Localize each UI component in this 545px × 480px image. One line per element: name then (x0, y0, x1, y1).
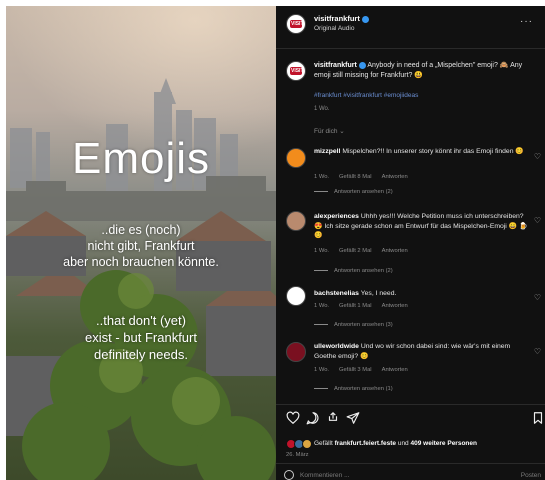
video-text-en-3: definitely needs. (94, 347, 188, 362)
actions-divider (276, 404, 545, 405)
comment-meta: 1 Wo. Gefällt 8 Mal Antworten (314, 174, 418, 180)
comment-like-icon[interactable]: ♡ (534, 293, 541, 302)
comment-avatar[interactable] (286, 342, 306, 362)
bookmark-icon[interactable] (531, 411, 545, 425)
comment-username[interactable]: ulleworldwide (314, 343, 359, 350)
comment-age: 1 Wo. (314, 174, 330, 180)
reply-button[interactable]: Antworten (382, 248, 408, 254)
comment-likes[interactable]: Gefällt 1 Mal (339, 303, 372, 309)
video-text-en-1: ..that don't (yet) (96, 313, 186, 328)
comment-likes[interactable]: Gefällt 8 Mal (339, 174, 372, 180)
audio-label[interactable]: Original Audio (314, 25, 354, 32)
view-replies-button[interactable]: Antworten ansehen (1) (314, 386, 393, 392)
verified-icon (361, 15, 369, 23)
caption-text: visitfrankfurt Anybody in need of a „Mis… (314, 61, 536, 81)
liked-by-avatars[interactable] (286, 439, 312, 449)
comment-age: 1 Wo. (314, 303, 330, 309)
send-icon[interactable] (346, 411, 360, 425)
verified-icon (358, 61, 366, 69)
comment-body: Mispelchen?!! In unserer story könnt ihr… (342, 148, 524, 155)
comment-avatar[interactable] (286, 286, 306, 306)
reply-button[interactable]: Antworten (382, 367, 408, 373)
comment-username[interactable]: mizzpell (314, 148, 340, 155)
comment-likes[interactable]: Gefällt 2 Mal (339, 248, 372, 254)
heart-icon[interactable] (286, 411, 300, 425)
comment-input[interactable]: Kommentieren ... (300, 472, 350, 479)
video-text-de-2: nicht gibt, Frankfurt (87, 239, 195, 253)
comment-likes[interactable]: Gefällt 3 Mal (339, 367, 372, 373)
post-button[interactable]: Posten (521, 472, 541, 479)
comment-text: ulleworldwide Und wo wir schon dabei sin… (314, 342, 529, 361)
comment-meta: 1 Wo. Gefällt 3 Mal Antworten (314, 367, 418, 373)
share-icon[interactable] (326, 411, 340, 425)
comment-meta: 1 Wo. Gefällt 1 Mal Antworten (314, 303, 418, 309)
reply-button[interactable]: Antworten (382, 303, 408, 309)
video-text-de-3: aber noch brauchen könnte. (63, 255, 219, 269)
more-options-icon[interactable]: ··· (520, 16, 533, 27)
post-date: 26. März (286, 452, 309, 458)
comment-age: 1 Wo. (314, 248, 330, 254)
header-divider (276, 48, 545, 49)
likes-summary[interactable]: Gefällt frankfurt.feiert.feste und 409 w… (314, 440, 477, 447)
video-text-de-1: ..die es (noch) (101, 223, 181, 237)
view-replies-button[interactable]: Antworten ansehen (2) (314, 268, 393, 274)
comments-panel: VISIT visitfrankfurt Original Audio ··· … (276, 6, 545, 480)
view-replies-button[interactable]: Antworten ansehen (3) (314, 322, 393, 328)
comment-icon[interactable] (306, 411, 320, 425)
likes-user[interactable]: frankfurt.feiert.feste (335, 440, 396, 447)
comment-username[interactable]: bachstenelias (314, 290, 359, 297)
caption-avatar[interactable]: VISIT (286, 61, 306, 81)
comment-meta: 1 Wo. Gefällt 2 Mal Antworten (314, 248, 418, 254)
likes-middle: und (397, 440, 409, 447)
comment-username[interactable]: alexperiences (314, 213, 359, 220)
comment-like-icon[interactable]: ♡ (534, 216, 541, 225)
likes-prefix: Gefällt (314, 440, 333, 447)
header-username[interactable]: visitfrankfurt (314, 14, 369, 23)
comment-text: mizzpell Mispelchen?!! In unserer story … (314, 147, 529, 157)
caption-username[interactable]: visitfrankfurt (314, 62, 357, 69)
video-title-text: Emojis (71, 134, 211, 183)
comment-like-icon[interactable]: ♡ (534, 347, 541, 356)
likes-others[interactable]: 409 weitere Personen (411, 440, 477, 447)
comment-text: alexperiences Uhhh yes!!! Welche Petitio… (314, 212, 529, 241)
reply-button[interactable]: Antworten (382, 174, 408, 180)
reel-video[interactable]: Emojis ..die es (noch) nicht gibt, Frank… (6, 6, 276, 480)
comment-avatar[interactable] (286, 211, 306, 231)
comment-like-icon[interactable]: ♡ (534, 152, 541, 161)
comment-text: bachstenelias Yes, I need. (314, 289, 529, 299)
comment-body: Yes, I need. (360, 290, 397, 297)
video-text-en-2: exist - but Frankfurt (85, 330, 197, 345)
view-replies-button[interactable]: Antworten ansehen (2) (314, 189, 393, 195)
comment-avatar[interactable] (286, 148, 306, 168)
comment-age: 1 Wo. (314, 367, 330, 373)
sort-comments-dropdown[interactable]: Für dich ⌄ (314, 127, 345, 135)
input-divider (276, 463, 545, 464)
caption-age: 1 Wo. (314, 106, 330, 112)
caption-hashtags[interactable]: #frankfurt #visitfrankfurt #emojiideas (314, 92, 418, 99)
emoji-icon[interactable] (284, 470, 294, 480)
account-avatar[interactable]: VISIT (286, 14, 306, 34)
